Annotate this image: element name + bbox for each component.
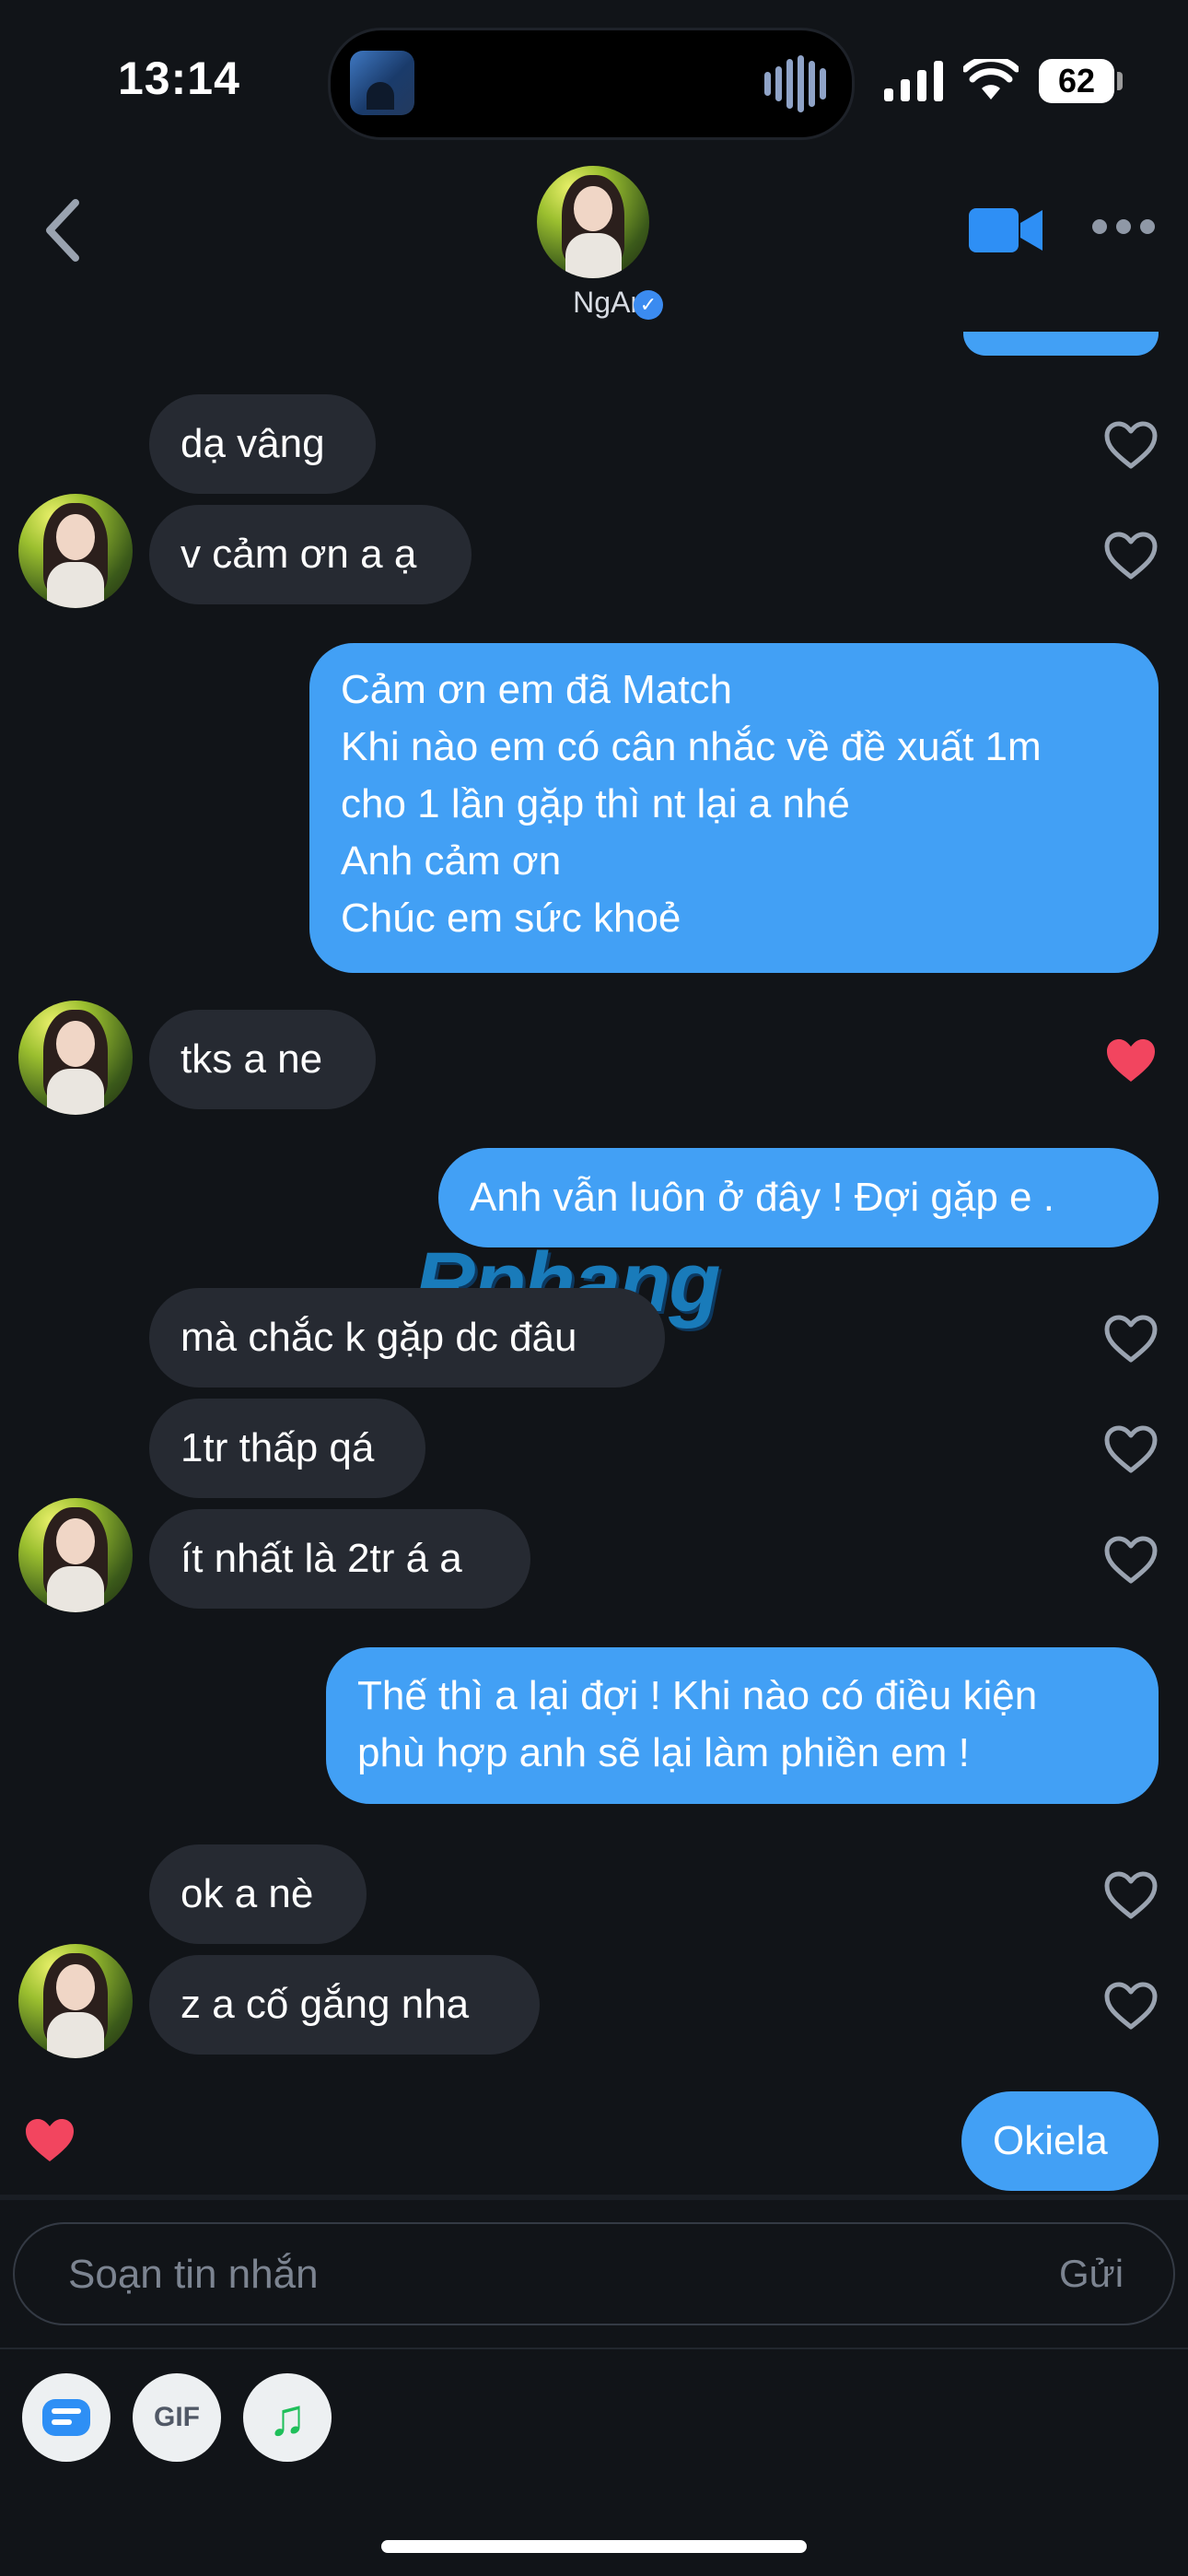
gif-button[interactable]: GIF (133, 2373, 221, 2462)
heart-outline-icon[interactable] (1103, 420, 1159, 470)
incoming-message[interactable]: mà chắc k gặp dc đâu (149, 1288, 665, 1388)
toolbar-divider (0, 2348, 1188, 2349)
music-button[interactable]: ♫ (243, 2373, 332, 2462)
previous-message-bubble (963, 332, 1159, 356)
heart-outline-icon[interactable] (1103, 1535, 1159, 1585)
outgoing-message[interactable]: Okiela (961, 2091, 1159, 2191)
cellular-signal-icon (884, 61, 945, 101)
music-note-icon: ♫ (268, 2388, 307, 2446)
incoming-message[interactable]: dạ vâng (149, 394, 376, 494)
heart-filled-icon[interactable] (1103, 1036, 1159, 1085)
status-time: 13:14 (118, 53, 240, 104)
battery-indicator: 62 (1039, 59, 1114, 103)
sender-avatar[interactable] (18, 1498, 133, 1612)
send-button[interactable]: Gửi (1059, 2252, 1124, 2296)
incoming-message[interactable]: ok a nè (149, 1844, 367, 1944)
heart-outline-icon[interactable] (1103, 1424, 1159, 1474)
outgoing-message[interactable]: Cảm ơn em đã Match Khi nào em có cân nhắ… (309, 643, 1159, 973)
incoming-message[interactable]: v cảm ơn a ạ (149, 505, 472, 604)
verified-badge-icon: ✓ (634, 290, 663, 320)
heart-outline-icon[interactable] (1103, 1870, 1159, 1920)
outgoing-message[interactable]: Anh vẫn luôn ở đây ! Đợi gặp e . (438, 1148, 1159, 1247)
now-playing-artwork[interactable] (350, 51, 414, 115)
back-arrow-icon[interactable] (37, 193, 92, 267)
more-options-icon[interactable] (1092, 217, 1157, 240)
heart-outline-icon[interactable] (1103, 1314, 1159, 1364)
message-input[interactable] (66, 2241, 899, 2309)
incoming-message[interactable]: tks a ne (149, 1010, 376, 1109)
heart-outline-icon[interactable] (1103, 531, 1159, 580)
incoming-message[interactable]: z a cố gắng nha (149, 1955, 540, 2055)
incoming-message[interactable]: ít nhất là 2tr á a (149, 1509, 530, 1609)
wifi-icon (963, 59, 1019, 100)
sender-avatar[interactable] (18, 1944, 133, 2058)
sticker-icon (42, 2399, 90, 2436)
heart-outline-icon[interactable] (1103, 1981, 1159, 2031)
heart-filled-icon (26, 2119, 74, 2161)
battery-cap (1117, 72, 1123, 90)
contact-avatar[interactable] (537, 166, 649, 278)
composer-divider (0, 2195, 1188, 2200)
sender-avatar[interactable] (18, 1001, 133, 1115)
sender-avatar[interactable] (18, 494, 133, 608)
home-indicator[interactable] (381, 2540, 807, 2553)
video-call-icon[interactable] (967, 205, 1044, 256)
outgoing-message[interactable]: Thế thì a lại đợi ! Khi nào có điều kiện… (326, 1647, 1159, 1804)
gif-label: GIF (154, 2402, 200, 2432)
incoming-message[interactable]: 1tr thấp qá (149, 1399, 425, 1498)
sticker-button[interactable] (22, 2373, 111, 2462)
